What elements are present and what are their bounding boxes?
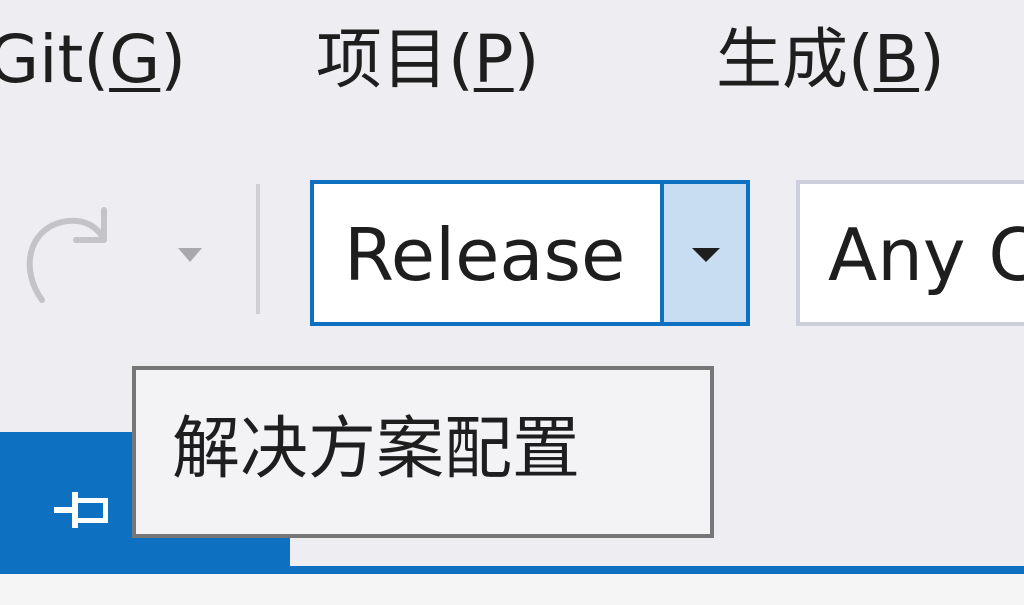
menu-bar: Git(G) 项目(P) 生成(B) <box>0 0 1024 120</box>
tooltip-text: 解决方案配置 <box>172 410 581 489</box>
redo-icon[interactable] <box>20 190 120 310</box>
solution-configuration-value: Release <box>344 213 626 297</box>
menu-item-git-suffix: ) <box>160 21 187 98</box>
tooltip: 解决方案配置 <box>132 366 714 538</box>
solution-configuration-combobox[interactable]: Release <box>310 180 750 326</box>
menu-item-project-label: 项目( <box>316 21 474 98</box>
solution-configuration-dropdown-button[interactable] <box>660 184 746 322</box>
editor-area <box>0 574 1024 605</box>
menu-item-git[interactable]: Git(G) <box>0 10 186 110</box>
solution-platform-combobox[interactable]: Any C <box>796 180 1024 326</box>
menu-item-git-mnemonic: G <box>109 21 161 98</box>
menu-item-build-mnemonic: B <box>873 21 920 98</box>
toolbar-separator <box>256 184 260 314</box>
redo-dropdown-chevron-down-icon[interactable] <box>170 242 210 272</box>
menu-item-build-label: 生成( <box>716 21 874 98</box>
tab-strip-accent-line <box>0 566 1024 574</box>
chevron-down-icon <box>692 248 720 262</box>
menu-item-project-mnemonic: P <box>473 21 514 98</box>
menu-item-git-label: Git( <box>0 21 110 98</box>
menu-item-project-suffix: ) <box>513 21 540 98</box>
solution-platform-value: Any C <box>828 213 1024 297</box>
ide-window: Git(G) 项目(P) 生成(B) Release Any C 解决方案配置 <box>0 0 1024 605</box>
menu-item-build-suffix: ) <box>919 21 945 98</box>
menu-item-build[interactable]: 生成(B) <box>716 10 945 110</box>
pin-icon[interactable] <box>52 486 112 536</box>
menu-item-project[interactable]: 项目(P) <box>316 10 539 110</box>
